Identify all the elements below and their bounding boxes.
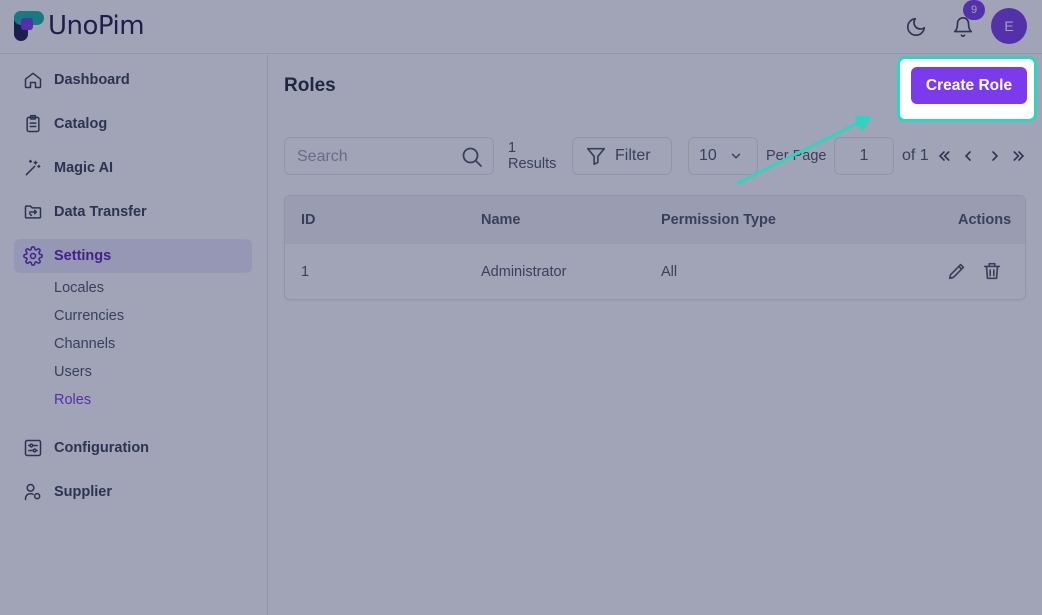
search-icon[interactable] <box>460 145 484 174</box>
table-row: 1 Administrator All <box>285 244 1025 300</box>
notification-badge: 9 <box>963 0 985 20</box>
sidebar-item-label: Supplier <box>54 484 113 500</box>
sidebar-item-label: Configuration <box>54 440 150 456</box>
roles-table: ID Name Permission Type Actions 1 Admini… <box>284 195 1026 300</box>
moon-icon <box>906 17 926 37</box>
trash-icon <box>983 262 1001 280</box>
sidebar-item-magic-ai[interactable]: Magic AI <box>14 151 252 185</box>
logo[interactable]: UnoPim <box>14 10 145 42</box>
filter-label: Filter <box>615 147 651 164</box>
search-box <box>284 137 494 175</box>
user-gear-icon <box>22 481 44 503</box>
table-header: ID Name Permission Type Actions <box>285 196 1025 244</box>
next-page-button[interactable] <box>986 146 1004 166</box>
magic-wand-icon <box>22 157 44 179</box>
logo-text: UnoPim <box>48 11 145 41</box>
sidebar-item-label: Settings <box>54 248 112 264</box>
cell-name: Administrator <box>481 264 567 280</box>
sidebar: Dashboard Catalog Magic AI Data Transfer… <box>0 55 268 615</box>
double-chevron-left-icon <box>938 151 950 161</box>
double-chevron-right-icon <box>1013 151 1025 161</box>
prev-page-button[interactable] <box>959 146 977 166</box>
folder-transfer-icon <box>22 201 44 223</box>
filter-button[interactable]: Filter <box>572 137 672 175</box>
cell-id: 1 <box>301 264 310 280</box>
column-header-actions: Actions <box>958 212 1012 228</box>
dark-mode-toggle[interactable] <box>900 11 932 43</box>
column-header-name: Name <box>481 212 521 228</box>
create-role-button[interactable]: Create Role <box>911 67 1027 104</box>
sidebar-subitem-locales[interactable]: Locales <box>54 278 104 298</box>
top-header: UnoPim 9 E <box>0 0 1042 54</box>
sidebar-item-settings[interactable]: Settings <box>14 239 252 273</box>
pencil-icon <box>948 263 965 280</box>
sliders-icon <box>22 437 44 459</box>
app-root: UnoPim 9 E Dashboard Catalog Magic AI Da… <box>0 0 1042 615</box>
sidebar-item-label: Magic AI <box>54 160 114 176</box>
column-header-permission-type: Permission Type <box>661 212 776 228</box>
sidebar-item-label: Data Transfer <box>54 204 147 220</box>
sidebar-subitem-channels[interactable]: Channels <box>54 334 115 354</box>
home-icon <box>22 69 44 91</box>
sidebar-item-supplier[interactable]: Supplier <box>14 475 252 509</box>
results-label: Results <box>508 156 557 172</box>
results-number: 1 <box>508 140 517 156</box>
search-input[interactable] <box>297 146 457 168</box>
pointer-arrow-icon <box>736 116 872 185</box>
clipboard-icon <box>22 113 44 135</box>
gear-icon <box>22 245 44 267</box>
page-title: Roles <box>284 75 336 96</box>
first-page-button[interactable] <box>935 146 953 166</box>
user-avatar[interactable]: E <box>991 8 1027 44</box>
logo-mark-icon <box>14 11 44 41</box>
sidebar-item-label: Dashboard <box>54 72 130 88</box>
edit-role-button[interactable] <box>945 259 969 283</box>
last-page-button[interactable] <box>1010 146 1028 166</box>
sidebar-subitem-currencies[interactable]: Currencies <box>54 306 124 326</box>
results-count: 1 Results <box>508 140 568 172</box>
sidebar-subitem-users[interactable]: Users <box>54 362 92 382</box>
page-total-label: of 1 <box>902 147 929 164</box>
cell-permission-type: All <box>661 264 678 280</box>
sidebar-subitem-roles[interactable]: Roles <box>54 390 91 410</box>
sidebar-item-dashboard[interactable]: Dashboard <box>14 63 252 97</box>
filter-icon <box>586 147 606 166</box>
column-header-id: ID <box>301 212 316 228</box>
delete-role-button[interactable] <box>980 259 1004 283</box>
sidebar-item-catalog[interactable]: Catalog <box>14 107 252 141</box>
sidebar-item-data-transfer[interactable]: Data Transfer <box>14 195 252 229</box>
per-page-value: 10 <box>699 147 717 164</box>
sidebar-item-configuration[interactable]: Configuration <box>14 431 252 465</box>
sidebar-item-label: Catalog <box>54 116 108 132</box>
chevron-right-icon <box>992 151 999 161</box>
chevron-left-icon <box>964 151 971 161</box>
